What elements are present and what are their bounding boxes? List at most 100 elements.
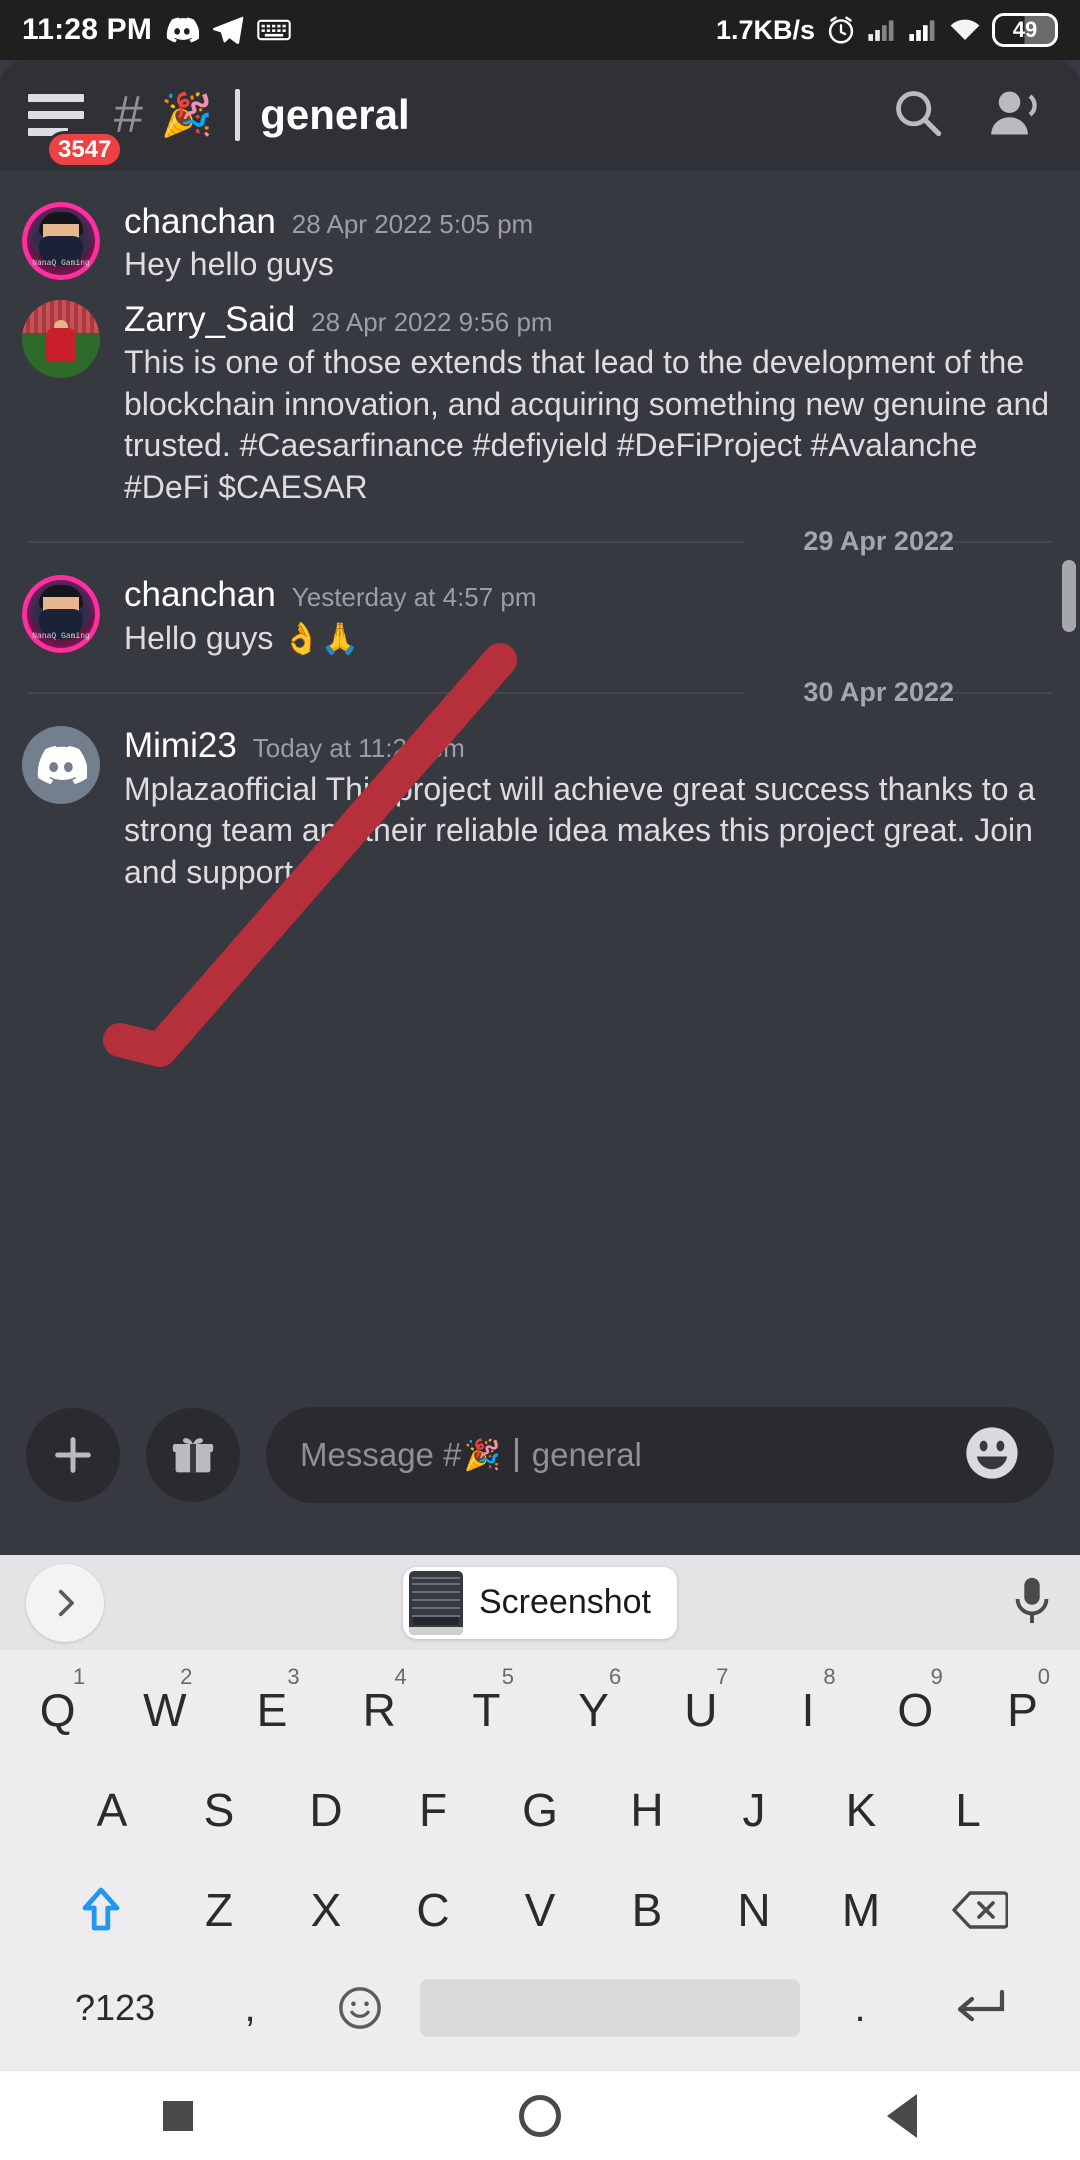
key-v[interactable]: V: [492, 1860, 589, 1960]
symbols-key[interactable]: ?123: [40, 1958, 190, 2058]
avatar[interactable]: NanaQ Gaming: [22, 202, 100, 280]
key-label: I: [801, 1684, 815, 1736]
key-number: 7: [716, 1664, 729, 1689]
key-number: 0: [1037, 1664, 1051, 1689]
shift-icon: [82, 1887, 119, 1931]
expand-toolbar-button[interactable]: [26, 1563, 104, 1642]
key-c[interactable]: C: [385, 1860, 482, 1960]
message-input[interactable]: Message # 🎉 general: [266, 1407, 1054, 1503]
gift-icon: [172, 1438, 214, 1473]
clipboard-label: Screenshot: [479, 1583, 651, 1621]
members-icon[interactable]: [988, 87, 1044, 144]
key-u[interactable]: 7U: [647, 1660, 754, 1760]
network-speed: 1.7KB/s: [715, 14, 815, 45]
message-item[interactable]: Mimi23 Today at 11:28 pm Mplazaofficial …: [0, 716, 1080, 897]
shift-key[interactable]: [41, 1860, 161, 1960]
key-number: 9: [930, 1664, 943, 1689]
key-l[interactable]: L: [920, 1760, 1017, 1860]
status-bar-left: 11:28 PM: [22, 13, 291, 47]
comma-key[interactable]: ,: [200, 1958, 300, 2058]
home-circle-icon[interactable]: [519, 2094, 561, 2137]
message-author[interactable]: chanchan: [124, 575, 276, 615]
message-author[interactable]: Zarry_Said: [124, 300, 295, 340]
channel-header: 3547 # 🎉 general: [0, 60, 1080, 170]
placeholder-emoji: 🎉: [463, 1438, 501, 1472]
key-o[interactable]: 9O: [862, 1660, 969, 1760]
message-text: Hello guys 👌🙏: [124, 618, 1058, 660]
key-n[interactable]: N: [706, 1860, 803, 1960]
emoji-icon[interactable]: [964, 1425, 1020, 1486]
enter-key[interactable]: [920, 1958, 1040, 2058]
message-item[interactable]: NanaQ Gaming chanchan Yesterday at 4:57 …: [0, 565, 1080, 663]
period-key[interactable]: .: [810, 1958, 910, 2058]
key-label: P: [1007, 1684, 1038, 1736]
status-bar: 11:28 PM 1.7KB/s 49: [0, 0, 1080, 60]
key-number: 6: [608, 1664, 622, 1689]
party-popper-emoji: 🎉: [160, 91, 214, 138]
message-body: chanchan 28 Apr 2022 5:05 pm Hey hello g…: [124, 202, 1058, 286]
clipboard-suggestion-chip[interactable]: Screenshot: [403, 1566, 677, 1639]
message-emojis: 👌🙏: [282, 620, 360, 656]
message-body: chanchan Yesterday at 4:57 pm Hello guys…: [124, 575, 1058, 659]
menu-button[interactable]: 3547: [28, 91, 124, 169]
battery-percent: 49: [1012, 17, 1038, 42]
scrollbar-thumb[interactable]: [1062, 560, 1076, 632]
keyboard-row-1: 1Q 2W 3E 4R 5T 6Y 7U 8I 9O 0P: [0, 1660, 1080, 1760]
back-triangle-icon[interactable]: [887, 2093, 917, 2138]
message-item[interactable]: Zarry_Said 28 Apr 2022 9:56 pm This is o…: [0, 290, 1080, 513]
key-k[interactable]: K: [813, 1760, 910, 1860]
avatar[interactable]: [22, 726, 100, 805]
key-e[interactable]: 3E: [218, 1660, 325, 1760]
message-list[interactable]: NanaQ Gaming chanchan 28 Apr 2022 5:05 p…: [0, 170, 1080, 1355]
key-label: O: [897, 1684, 934, 1736]
on-screen-keyboard[interactable]: 1Q 2W 3E 4R 5T 6Y 7U 8I 9O 0P A S D F G …: [0, 1650, 1080, 2070]
key-number: 4: [394, 1664, 407, 1689]
key-g[interactable]: G: [492, 1760, 589, 1860]
key-y[interactable]: 6Y: [540, 1660, 647, 1760]
key-z[interactable]: Z: [171, 1860, 268, 1960]
search-icon[interactable]: [892, 87, 944, 144]
key-m[interactable]: M: [813, 1860, 910, 1960]
key-number: 8: [823, 1664, 836, 1689]
backspace-icon: [951, 1891, 1008, 1929]
gift-button[interactable]: [146, 1408, 240, 1502]
key-f[interactable]: F: [385, 1760, 482, 1860]
key-j[interactable]: J: [706, 1760, 803, 1860]
backspace-key[interactable]: [920, 1860, 1040, 1960]
avatar[interactable]: NanaQ Gaming: [22, 575, 100, 654]
key-x[interactable]: X: [278, 1860, 375, 1960]
key-p[interactable]: 0P: [969, 1660, 1076, 1760]
enter-icon: [957, 1989, 1005, 2022]
keyboard-row-4: ?123 , .: [0, 1960, 1080, 2056]
emoji-key-icon[interactable]: [310, 1958, 410, 2058]
key-a[interactable]: A: [64, 1760, 161, 1860]
placeholder-divider: [514, 1438, 518, 1472]
microphone-icon[interactable]: [1010, 1575, 1054, 1630]
key-q[interactable]: 1Q: [4, 1660, 111, 1760]
key-r[interactable]: 4R: [326, 1660, 433, 1760]
add-attachment-button[interactable]: [26, 1408, 120, 1502]
recents-square-icon[interactable]: [163, 2100, 193, 2131]
keyboard-suggestion-bar: Screenshot: [0, 1555, 1080, 1650]
key-h[interactable]: H: [599, 1760, 696, 1860]
key-t[interactable]: 5T: [433, 1660, 540, 1760]
divider-label: 29 Apr 2022: [803, 526, 954, 557]
message-author[interactable]: chanchan: [124, 202, 276, 242]
message-text: This is one of those extends that lead t…: [124, 344, 1050, 505]
message-author[interactable]: Mimi23: [124, 726, 237, 766]
message-body: Mimi23 Today at 11:28 pm Mplazaofficial …: [124, 726, 1058, 893]
key-d[interactable]: D: [278, 1760, 375, 1860]
avatar-tag: NanaQ Gaming: [32, 632, 90, 642]
key-s[interactable]: S: [171, 1760, 268, 1860]
key-b[interactable]: B: [599, 1860, 696, 1960]
space-key[interactable]: [420, 1979, 800, 2037]
message-item[interactable]: NanaQ Gaming chanchan 28 Apr 2022 5:05 p…: [0, 192, 1080, 290]
plus-icon: [55, 1437, 91, 1473]
key-i[interactable]: 8I: [754, 1660, 861, 1760]
key-w[interactable]: 2W: [111, 1660, 218, 1760]
system-navigation-bar: [0, 2070, 1080, 2160]
hamburger-line: [28, 111, 84, 119]
key-number: 2: [180, 1664, 193, 1689]
divider-line: [28, 540, 746, 543]
avatar[interactable]: [22, 299, 100, 378]
